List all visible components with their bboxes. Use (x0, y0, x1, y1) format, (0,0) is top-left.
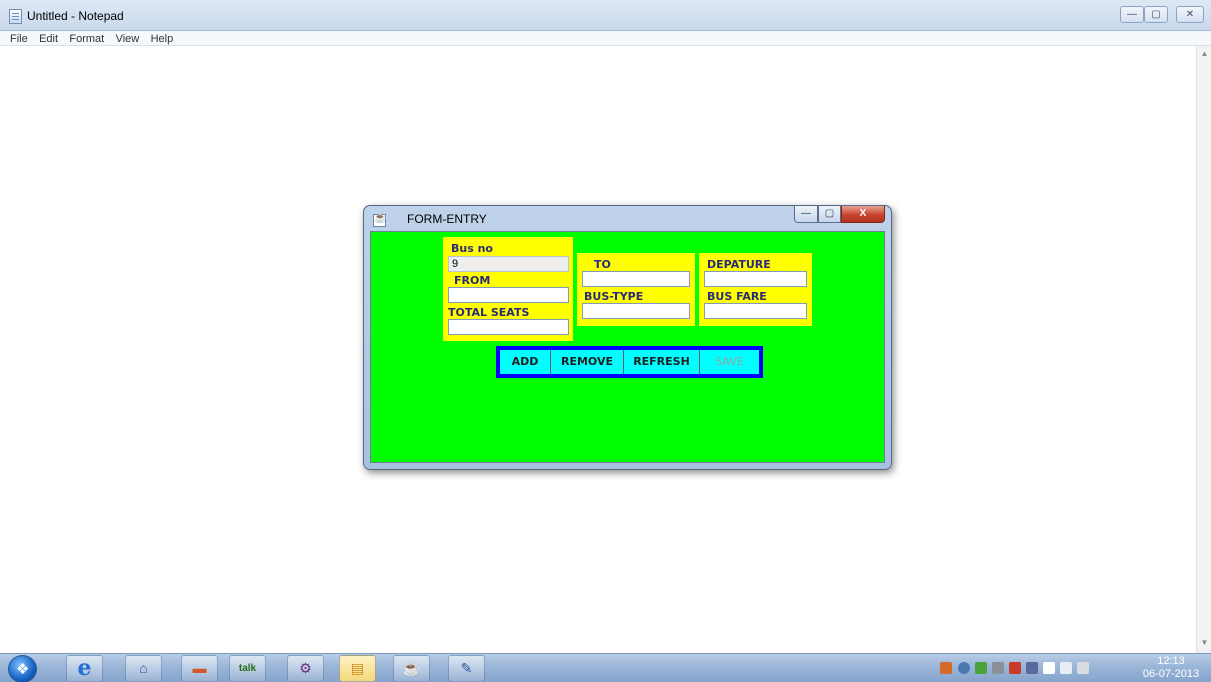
wifi-icon[interactable] (1026, 662, 1038, 674)
menu-help[interactable]: Help (151, 33, 174, 46)
file-explorer-button[interactable]: ▤ (339, 655, 376, 682)
maximize-button[interactable]: ▢ (1144, 6, 1168, 23)
scroll-up-icon[interactable]: ▲ (1200, 49, 1209, 58)
power-icon[interactable] (1077, 662, 1089, 674)
menu-view[interactable]: View (116, 33, 140, 46)
close-button[interactable]: ✕ (1176, 6, 1204, 23)
java-app-button[interactable]: ☕ (393, 655, 430, 682)
scroll-down-icon[interactable]: ▼ (1200, 638, 1209, 647)
to-field[interactable] (582, 271, 690, 287)
java-ee-ide-button[interactable]: ⚙ (287, 655, 324, 682)
taskbar: e ⌂ ▬ talk ⚙ ▤ ☕ ✎ 12:13 06-07-2013 (0, 653, 1211, 682)
to-label: TO (594, 258, 611, 271)
notepad-taskbar-icon: ✎ (460, 660, 473, 676)
hp-home-icon: ⌂ (139, 660, 148, 676)
dialog-title: FORM-ENTRY (407, 212, 487, 226)
java-cup-icon: ☕ (402, 660, 421, 676)
start-button[interactable] (8, 655, 37, 682)
bus-type-field[interactable] (582, 303, 690, 319)
flag-icon[interactable] (1043, 662, 1055, 674)
remove-button[interactable]: REMOVE (551, 350, 624, 374)
action-button-group: ADD REMOVE REFRESH SAVE (500, 350, 759, 374)
from-field[interactable] (448, 287, 569, 303)
bus-fare-label: BUS FARE (707, 290, 767, 303)
internet-explorer-icon: e (77, 655, 92, 681)
update-icon[interactable] (975, 662, 987, 674)
media-app-button[interactable]: ▬ (181, 655, 218, 682)
window-controls: — ▢ ✕ (1120, 6, 1206, 25)
bus-info-panel: Bus no 9 FROM TOTAL SEATS (443, 237, 573, 341)
menu-edit[interactable]: Edit (39, 33, 58, 46)
window-title: Untitled - Notepad (27, 9, 124, 23)
minimize-button[interactable]: — (1120, 6, 1144, 23)
google-talk-icon: talk (238, 663, 257, 674)
clock-date[interactable]: 06-07-2013 (1138, 668, 1204, 680)
hp-app-button[interactable]: ⌂ (125, 655, 162, 682)
depature-label: DEPATURE (707, 258, 771, 271)
bus-type-label: BUS-TYPE (584, 290, 644, 303)
dialog-close-button[interactable]: X (841, 206, 885, 223)
action-button-bar: ADD REMOVE REFRESH SAVE (496, 346, 763, 378)
schedule-panel: DEPATURE BUS FARE (699, 253, 812, 326)
depature-field[interactable] (704, 271, 807, 287)
save-button[interactable]: SAVE (700, 350, 759, 374)
dialog-maximize-button[interactable]: ▢ (818, 206, 841, 223)
notepad-taskbar-button[interactable]: ✎ (448, 655, 485, 682)
folder-icon: ▤ (350, 660, 365, 676)
notepad-title-bar: Untitled - Notepad — ▢ ✕ (0, 0, 1211, 31)
usb-icon[interactable] (992, 662, 1004, 674)
total-seats-label: TOTAL SEATS (448, 306, 530, 319)
total-seats-field[interactable] (448, 319, 569, 335)
java-icon (373, 213, 386, 227)
bus-no-field[interactable]: 9 (448, 256, 569, 272)
google-talk-button[interactable]: talk (229, 655, 266, 682)
notepad-icon (9, 9, 22, 24)
media-app-icon: ▬ (192, 660, 207, 676)
bus-fare-field[interactable] (704, 303, 807, 319)
form-content-panel: Bus no 9 FROM TOTAL SEATS TO BUS-TYPE DE… (370, 231, 885, 463)
menu-file[interactable]: File (10, 33, 28, 46)
menu-bar: File Edit Format View Help (0, 31, 1211, 46)
refresh-button[interactable]: REFRESH (624, 350, 700, 374)
add-button[interactable]: ADD (500, 350, 551, 374)
clock-time[interactable]: 12:13 (1146, 655, 1196, 667)
network-icon[interactable] (940, 662, 952, 674)
dialog-window-controls: — ▢ X (794, 206, 886, 224)
internet-explorer-button[interactable]: e (66, 655, 103, 682)
java-ee-ide-icon: ⚙ (299, 660, 312, 676)
form-entry-window: FORM-ENTRY — ▢ X Bus no 9 FROM TOTAL SEA… (363, 205, 892, 470)
bus-no-label: Bus no (451, 242, 493, 255)
vertical-scrollbar[interactable]: ▲ ▼ (1196, 46, 1211, 653)
route-panel: TO BUS-TYPE (577, 253, 695, 326)
menu-format[interactable]: Format (69, 33, 104, 46)
chat-icon[interactable] (958, 662, 970, 674)
volume-icon[interactable] (1060, 662, 1072, 674)
security-icon[interactable] (1009, 662, 1021, 674)
dialog-minimize-button[interactable]: — (794, 206, 818, 223)
from-label: FROM (454, 274, 491, 287)
